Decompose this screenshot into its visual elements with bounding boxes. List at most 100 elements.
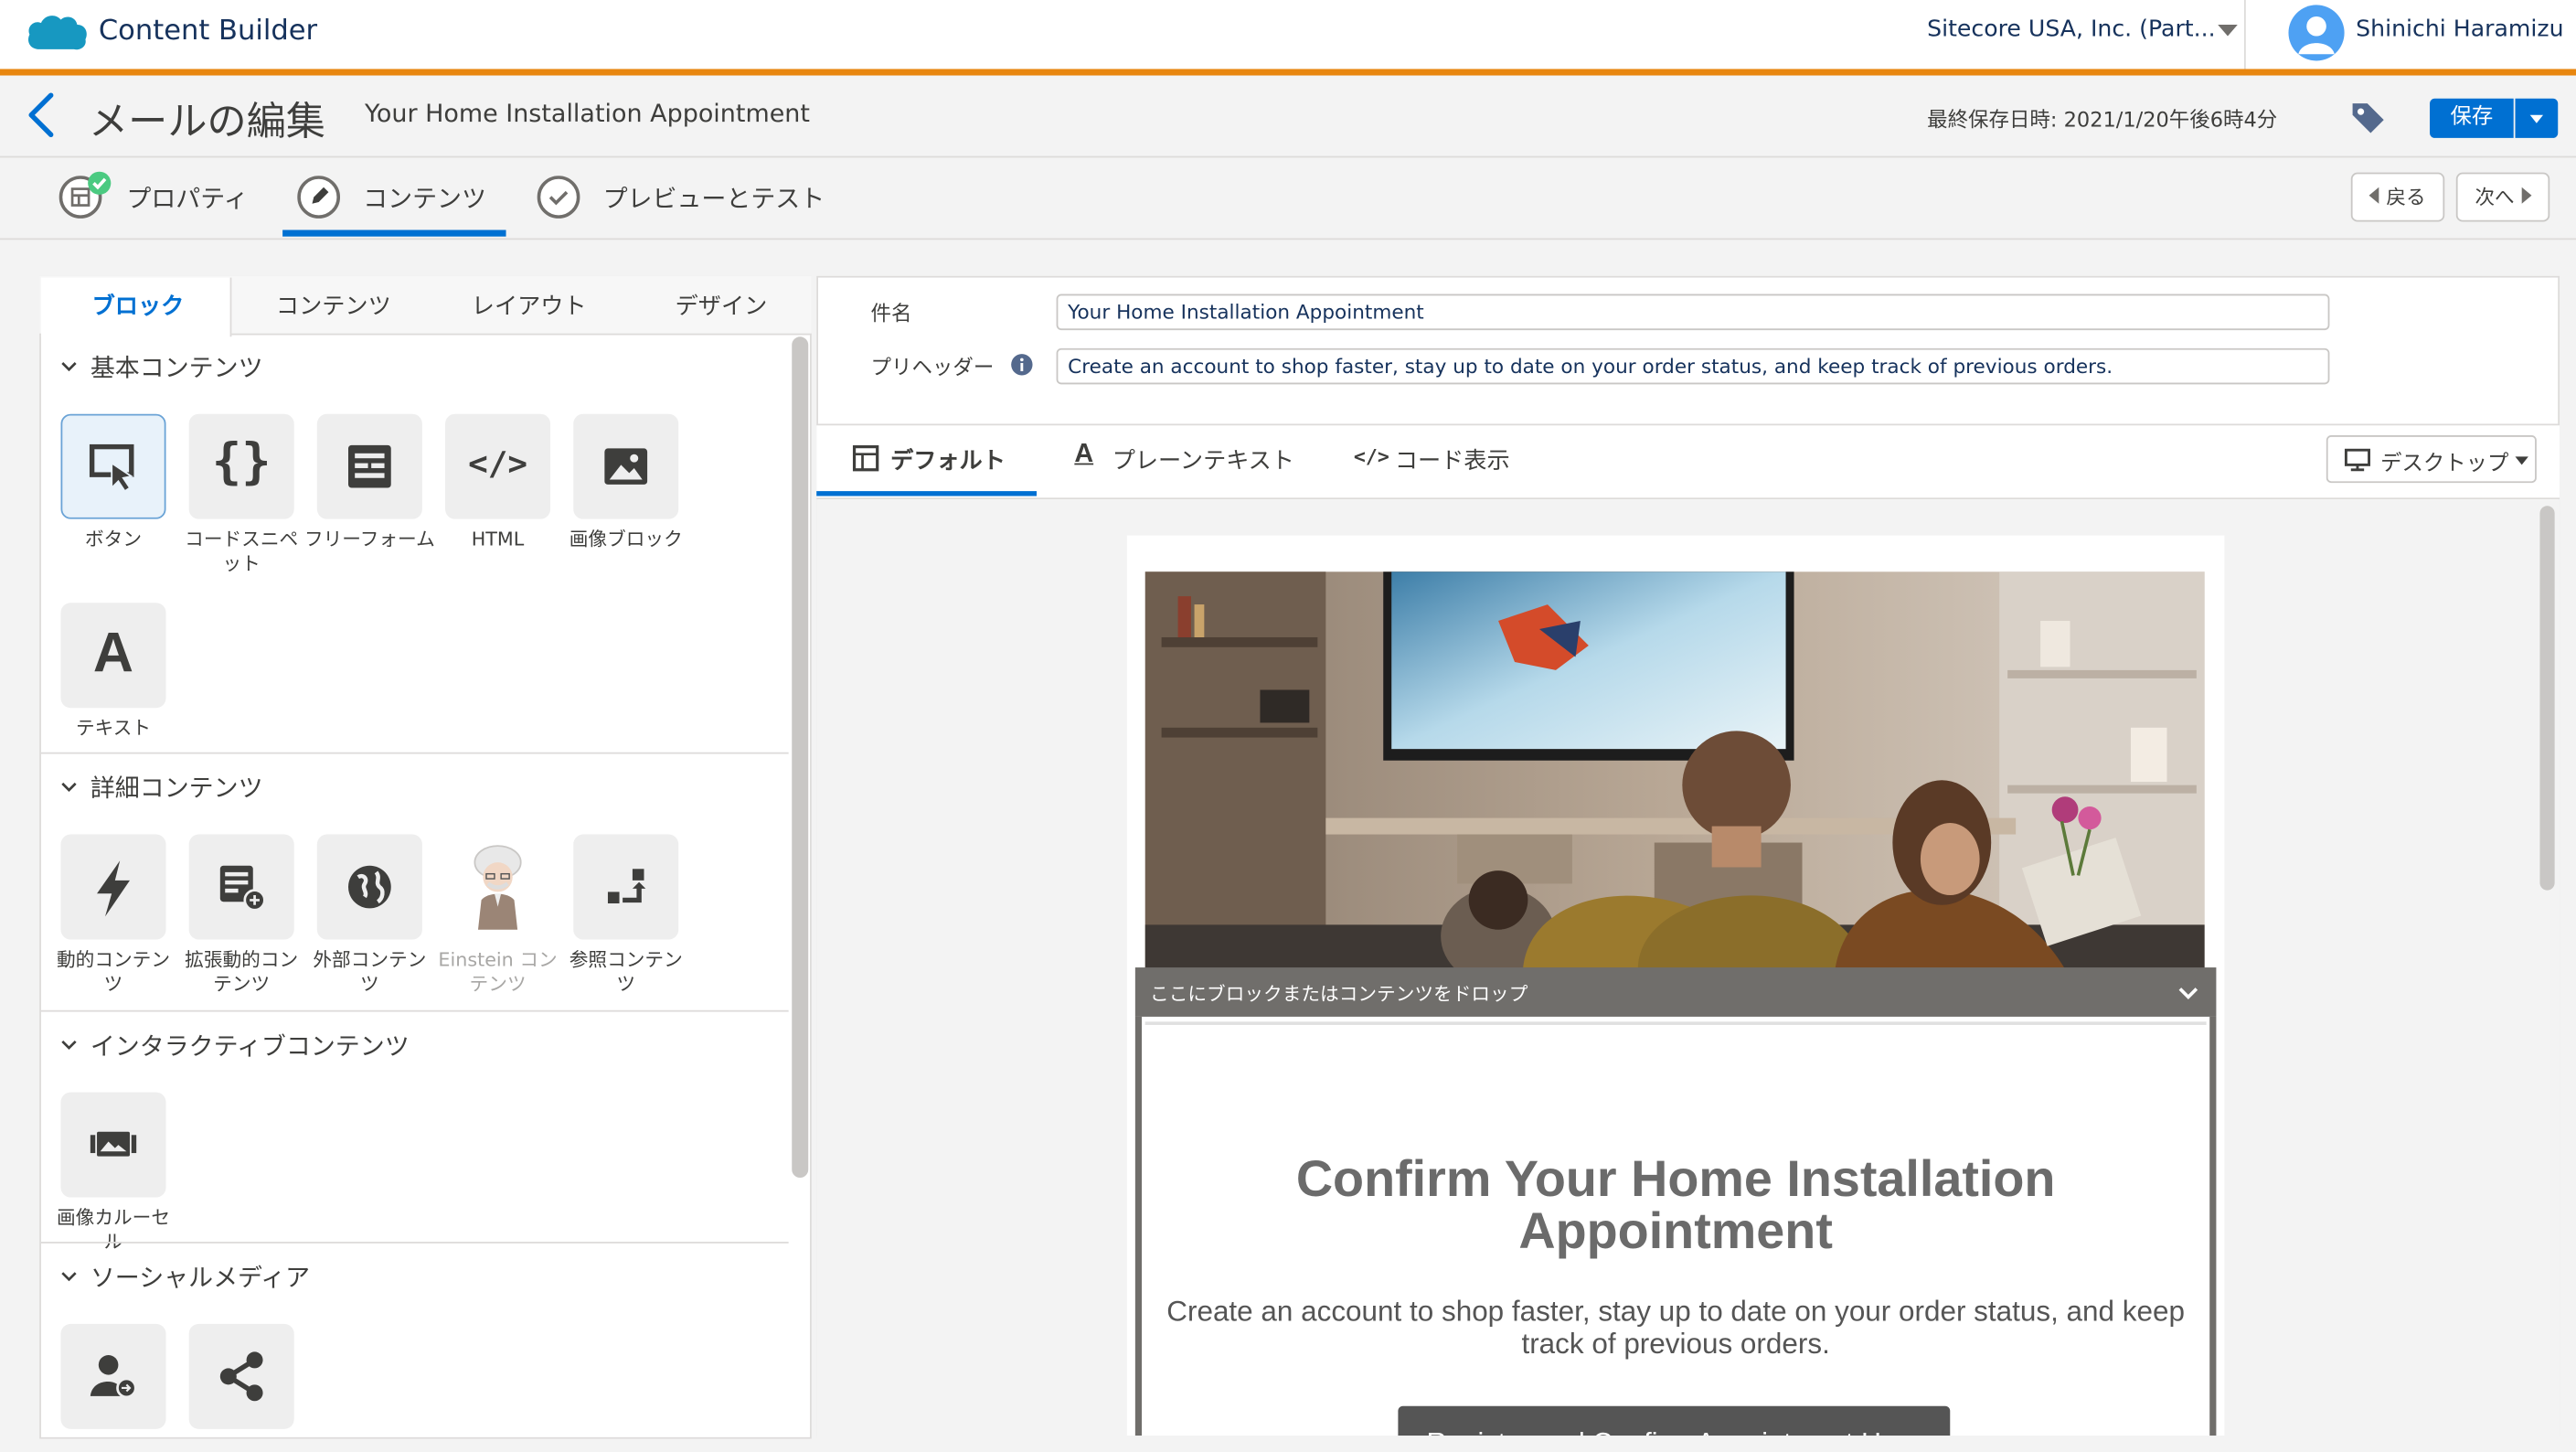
page-title: メールの編集: [89, 98, 325, 145]
section-divider: [40, 752, 789, 754]
app-name: Content Builder: [98, 15, 318, 48]
tile-label: 画像ブロック: [569, 527, 683, 550]
lightning-icon: [97, 860, 130, 917]
chevron-down-icon[interactable]: [60, 778, 77, 795]
next-step-button[interactable]: 次へ: [2455, 172, 2550, 222]
button-icon: [89, 443, 134, 493]
preheader-label: プリヘッダー: [870, 355, 995, 379]
desktop-icon: [2344, 448, 2370, 472]
chevron-down-icon[interactable]: [60, 1037, 77, 1053]
freeform-icon: [348, 444, 391, 488]
tile-freeform[interactable]: [316, 413, 422, 519]
tab-plain-text[interactable]: プレーンテキスト: [1112, 443, 1294, 476]
tab-code-view[interactable]: コード表示: [1395, 443, 1510, 476]
last-saved-text: 最終保存日時: 2021/1/20午後6時4分: [1927, 106, 2278, 132]
hero-image[interactable]: [1144, 571, 2205, 969]
user-avatar[interactable]: [2288, 5, 2345, 61]
family-tv-photo: [1144, 571, 2205, 969]
email-headline[interactable]: Confirm Your Home Installation Appointme…: [1150, 1152, 2201, 1258]
chevron-down-icon[interactable]: [2177, 986, 2199, 1002]
tag-icon[interactable]: [2346, 95, 2389, 138]
tile-einstein-content[interactable]: [445, 834, 551, 940]
subject-field[interactable]: Your Home Installation Appointment: [1056, 294, 2330, 331]
tile-enhanced-dynamic-content[interactable]: [188, 834, 294, 940]
tile-label: ボタン: [85, 527, 143, 550]
preheader-field[interactable]: Create an account to shop faster, stay u…: [1056, 347, 2330, 385]
drop-zone-hint: ここにブロックまたはコンテンツをドロップ: [1150, 982, 1528, 1006]
org-chevron-down-icon[interactable]: [2218, 24, 2238, 37]
text-icon: A: [92, 622, 134, 686]
device-select[interactable]: デスクトップ: [2326, 435, 2537, 484]
tile-label: 参照コンテンツ: [569, 947, 683, 996]
save-button[interactable]: 保存: [2430, 98, 2514, 138]
drop-zone-bar[interactable]: ここにブロックまたはコンテンツをドロップ: [1134, 967, 2217, 1017]
tab-content[interactable]: コンテンツ: [363, 181, 486, 216]
user-name[interactable]: Shinichi Haramizu: [2356, 16, 2563, 43]
tile-social-share[interactable]: [188, 1323, 294, 1429]
tile-label: 拡張動的コンテンツ: [185, 947, 299, 996]
tab-layout[interactable]: レイアウト: [472, 289, 587, 322]
user-icon: [2298, 16, 2335, 55]
tile-label: コードスニペット: [185, 527, 299, 575]
layout-icon: [852, 444, 879, 472]
social-follow-icon: [90, 1355, 137, 1399]
info-icon[interactable]: [1010, 353, 1033, 376]
plain-text-icon: A: [1074, 440, 1094, 468]
tab-design[interactable]: デザイン: [676, 289, 768, 322]
tab-blocks[interactable]: ブロック: [92, 289, 185, 322]
active-step-indicator: [282, 230, 506, 237]
tile-label: フリーフォーム: [303, 527, 435, 550]
header-divider: [2243, 0, 2246, 69]
left-panel-scrollbar[interactable]: [792, 336, 809, 1179]
section-divider: [40, 1242, 789, 1244]
completed-check-icon: [88, 171, 112, 195]
accent-bar: [0, 69, 2576, 76]
image-icon: [604, 448, 648, 485]
step-content-pencil-icon[interactable]: [297, 176, 341, 219]
section-divider: [40, 1009, 789, 1012]
chevron-down-icon[interactable]: [60, 358, 77, 375]
code-icon: </>: [1353, 444, 1389, 468]
tile-label: 画像カルーセル: [57, 1205, 171, 1254]
save-options-chevron-down-icon[interactable]: [2515, 98, 2559, 138]
tile-social-follow[interactable]: [60, 1323, 166, 1429]
code-braces-icon: {}: [211, 433, 271, 492]
tile-image-carousel[interactable]: [60, 1092, 166, 1198]
tile-label: Einstein コンテンツ: [438, 947, 558, 996]
section-social-media[interactable]: ソーシャルメディア: [90, 1260, 310, 1295]
reference-icon: [607, 869, 646, 904]
section-advanced-content[interactable]: 詳細コンテンツ: [90, 771, 263, 806]
tile-button[interactable]: [60, 413, 166, 519]
drop-zone-inner-border: [1144, 1021, 2207, 1025]
device-select-label: デスクトップ: [2380, 452, 2509, 476]
tab-default[interactable]: デフォルト: [890, 443, 1006, 476]
section-basic-content[interactable]: 基本コンテンツ: [90, 350, 263, 385]
section-interactive-content[interactable]: インタラクティブコンテンツ: [90, 1029, 410, 1063]
tile-reference-content[interactable]: [573, 834, 679, 940]
email-body-text[interactable]: Create an account to shop faster, stay u…: [1158, 1295, 2193, 1361]
tile-text[interactable]: A: [60, 603, 166, 709]
back-step-button[interactable]: 戻る: [2350, 172, 2445, 222]
tile-external-content[interactable]: [316, 834, 422, 940]
caret-right-icon: [2520, 187, 2531, 204]
step-preview-check-icon[interactable]: [537, 176, 580, 219]
tab-preview-test[interactable]: プレビューとテスト: [603, 181, 825, 216]
chevron-down-icon[interactable]: [60, 1268, 77, 1285]
org-switcher[interactable]: Sitecore USA, Inc. (Part...: [1927, 16, 2216, 43]
tab-contents[interactable]: コンテンツ: [276, 289, 391, 322]
subject-label: 件名: [870, 300, 912, 326]
tab-properties[interactable]: プロパティ: [126, 181, 248, 216]
carousel-icon: [90, 1131, 137, 1157]
enhanced-dynamic-icon: [219, 865, 266, 912]
next-step-label: 次へ: [2475, 185, 2515, 209]
back-arrow-icon[interactable]: [23, 91, 62, 140]
canvas-scrollbar[interactable]: [2539, 506, 2555, 891]
tile-label: テキスト: [75, 716, 152, 740]
tile-html[interactable]: </>: [445, 413, 551, 519]
back-step-label: 戻る: [2386, 185, 2426, 209]
tile-label: 外部コンテンツ: [313, 947, 427, 996]
tile-dynamic-content[interactable]: [60, 834, 166, 940]
tile-code-snippet[interactable]: {}: [188, 413, 294, 519]
tile-image-block[interactable]: [573, 413, 679, 519]
globe-icon: [348, 865, 391, 909]
